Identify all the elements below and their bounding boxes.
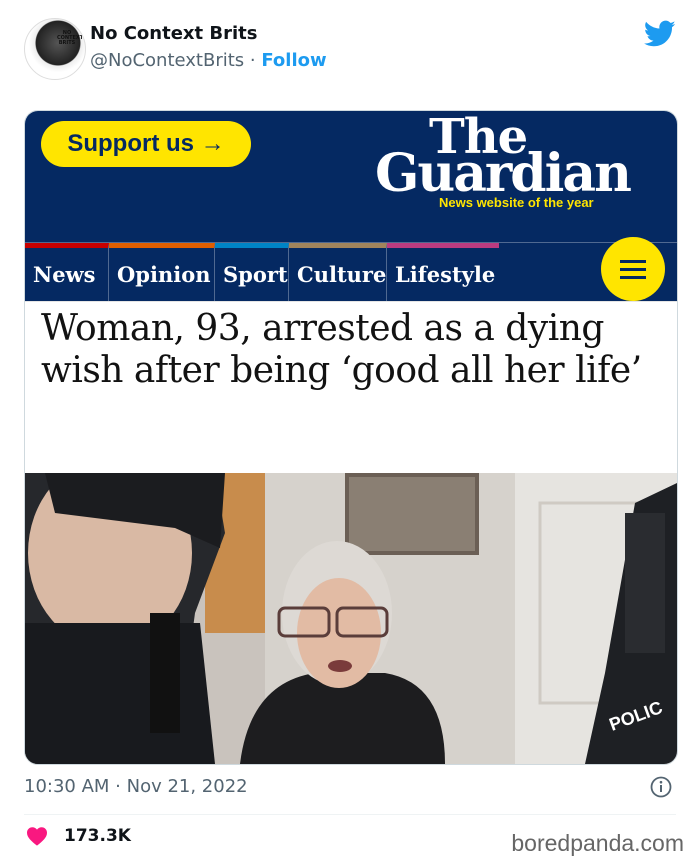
handle[interactable]: @NoContextBrits — [90, 50, 244, 71]
heart-icon[interactable] — [26, 826, 48, 846]
menu-line-bottom — [620, 276, 646, 279]
avatar-text: NO CONTEXT BRITS — [57, 30, 84, 46]
menu-button[interactable] — [601, 237, 665, 301]
like-count: 173.3K — [64, 826, 131, 846]
separator: · — [244, 50, 262, 71]
article-headline[interactable]: Woman, 93, arrested as a dying wish afte… — [41, 308, 661, 392]
nav-item-culture[interactable]: Culture — [289, 243, 387, 301]
watermark: boredpanda.com — [511, 830, 684, 856]
support-us-button[interactable]: Support us → — [41, 121, 251, 167]
nav-bar: News Opinion Sport Culture Lifestyle — [25, 237, 677, 301]
tweet-header: NO CONTEXT BRITS No Context Brits @NoCon… — [24, 16, 676, 82]
divider — [24, 814, 676, 815]
follow-button[interactable]: Follow — [261, 50, 326, 71]
nav-item-opinion[interactable]: Opinion — [109, 243, 215, 301]
tagline: News website of the year — [439, 195, 594, 210]
headline-area: Woman, 93, arrested as a dying wish afte… — [25, 301, 677, 472]
menu-line-middle — [620, 268, 646, 271]
avatar[interactable]: NO CONTEXT BRITS — [24, 18, 86, 80]
article-card[interactable]: Support us → The Guardian News website o… — [24, 110, 678, 765]
tweet-timestamp[interactable]: 10:30 AM · Nov 21, 2022 — [24, 776, 248, 797]
info-icon[interactable] — [650, 776, 672, 798]
handle-line: @NoContextBrits · Follow — [90, 50, 327, 71]
display-name[interactable]: No Context Brits — [90, 23, 257, 44]
nav-item-news[interactable]: News — [25, 243, 109, 301]
guardian-masthead: Support us → The Guardian News website o… — [25, 111, 677, 242]
twitter-bird-icon[interactable] — [644, 20, 676, 48]
article-photo[interactable]: POLIC — [25, 473, 677, 764]
menu-line-top — [620, 260, 646, 263]
nav-item-lifestyle[interactable]: Lifestyle — [387, 243, 499, 301]
nav-item-sport[interactable]: Sport — [215, 243, 289, 301]
